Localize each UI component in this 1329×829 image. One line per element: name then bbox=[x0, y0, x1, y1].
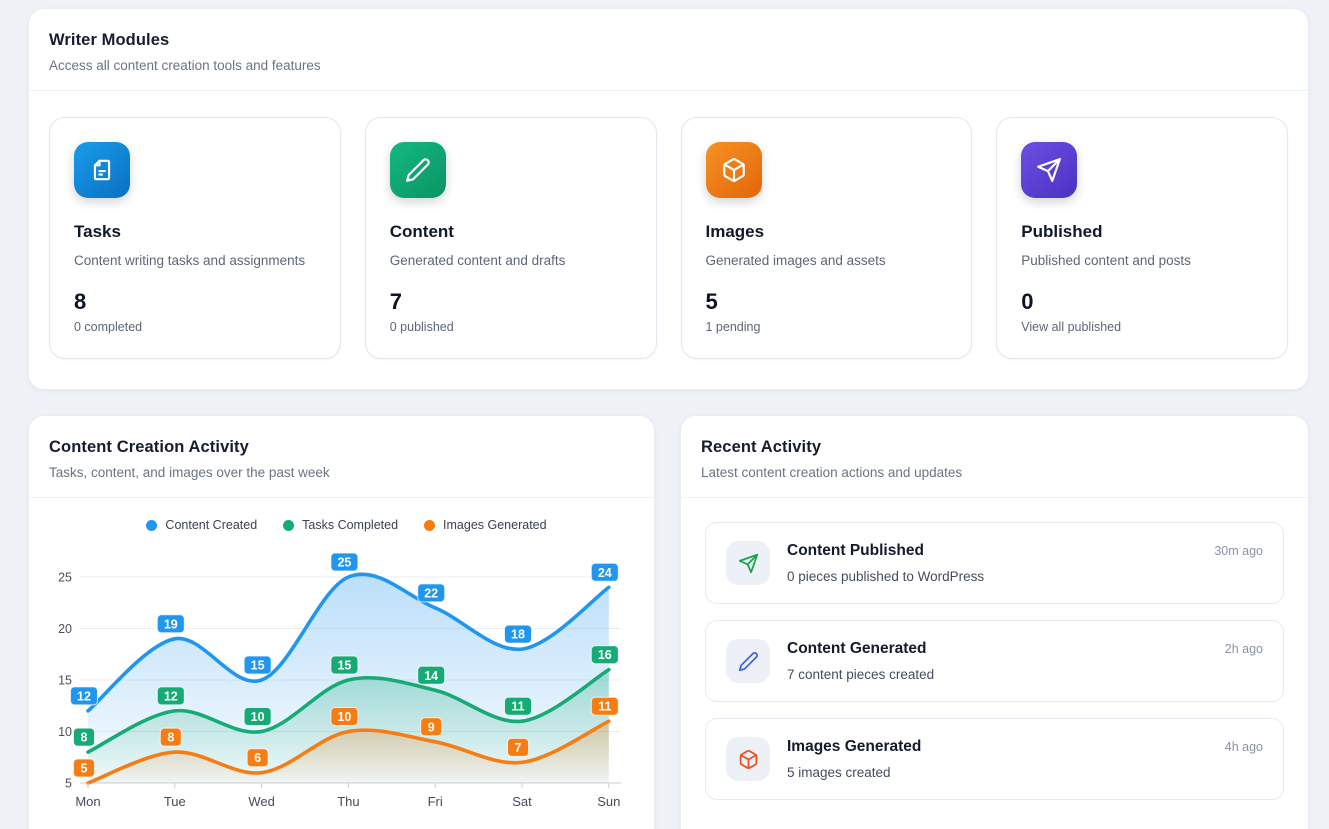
svg-text:15: 15 bbox=[58, 674, 72, 688]
svg-text:10: 10 bbox=[251, 710, 265, 724]
module-stat-value: 5 bbox=[706, 289, 948, 315]
activity-item-content-generated[interactable]: Content Generated 2h ago 7 content piece… bbox=[705, 620, 1284, 702]
activity-item-description: 5 images created bbox=[787, 765, 1263, 780]
svg-text:5: 5 bbox=[81, 762, 88, 776]
svg-text:15: 15 bbox=[337, 659, 351, 673]
modules-row: Tasks Content writing tasks and assignme… bbox=[29, 91, 1308, 385]
svg-text:24: 24 bbox=[598, 566, 612, 580]
module-title: Tasks bbox=[74, 222, 316, 242]
activity-item-description: 0 pieces published to WordPress bbox=[787, 569, 1263, 584]
activity-item-content-published[interactable]: Content Published 30m ago 0 pieces publi… bbox=[705, 522, 1284, 604]
send-icon bbox=[726, 541, 770, 585]
module-stat-value: 7 bbox=[390, 289, 632, 315]
module-card-images[interactable]: Images Generated images and assets 5 1 p… bbox=[681, 117, 973, 359]
svg-text:10: 10 bbox=[58, 725, 72, 739]
svg-text:20: 20 bbox=[58, 622, 72, 636]
legend-label: Images Generated bbox=[443, 518, 547, 532]
svg-text:18: 18 bbox=[511, 628, 525, 642]
pencil-icon bbox=[726, 639, 770, 683]
page-subtitle: Access all content creation tools and fe… bbox=[49, 58, 1288, 73]
module-stat-value: 8 bbox=[74, 289, 316, 315]
module-substat: 1 pending bbox=[706, 320, 948, 334]
activity-item-time: 2h ago bbox=[1225, 642, 1263, 656]
svg-text:7: 7 bbox=[515, 741, 522, 755]
chart-panel-subtitle: Tasks, content, and images over the past… bbox=[49, 465, 634, 480]
svg-text:19: 19 bbox=[164, 617, 178, 631]
svg-text:Tue: Tue bbox=[164, 794, 186, 809]
svg-text:Mon: Mon bbox=[75, 794, 100, 809]
activity-list: Content Published 30m ago 0 pieces publi… bbox=[681, 498, 1308, 824]
module-card-tasks[interactable]: Tasks Content writing tasks and assignme… bbox=[49, 117, 341, 359]
module-substat: 0 completed bbox=[74, 320, 316, 334]
svg-text:12: 12 bbox=[77, 689, 91, 703]
send-icon bbox=[1021, 142, 1077, 198]
svg-text:22: 22 bbox=[424, 586, 438, 600]
activity-item-images-generated[interactable]: Images Generated 4h ago 5 images created bbox=[705, 718, 1284, 800]
legend-label: Content Created bbox=[165, 518, 257, 532]
module-title: Content bbox=[390, 222, 632, 242]
chart-panel-header: Content Creation Activity Tasks, content… bbox=[29, 416, 654, 498]
module-card-content[interactable]: Content Generated content and drafts 7 0… bbox=[365, 117, 657, 359]
page-title: Writer Modules bbox=[49, 31, 1288, 50]
writer-modules-panel: Writer Modules Access all content creati… bbox=[28, 8, 1309, 390]
legend-item-content-created[interactable]: Content Created bbox=[146, 518, 257, 532]
svg-text:8: 8 bbox=[81, 731, 88, 745]
svg-text:14: 14 bbox=[424, 669, 438, 683]
svg-text:Thu: Thu bbox=[337, 794, 359, 809]
svg-text:6: 6 bbox=[254, 751, 261, 765]
recent-activity-title: Recent Activity bbox=[701, 438, 1288, 457]
activity-item-title: Content Generated bbox=[787, 640, 927, 658]
module-substat: View all published bbox=[1021, 320, 1263, 334]
svg-text:11: 11 bbox=[511, 700, 524, 714]
svg-text:10: 10 bbox=[337, 710, 351, 724]
module-title: Images bbox=[706, 222, 948, 242]
legend-dot-green bbox=[283, 520, 294, 531]
recent-activity-header: Recent Activity Latest content creation … bbox=[681, 416, 1308, 498]
svg-text:Sat: Sat bbox=[512, 794, 532, 809]
svg-text:25: 25 bbox=[337, 556, 351, 570]
legend-label: Tasks Completed bbox=[302, 518, 398, 532]
module-substat: 0 published bbox=[390, 320, 632, 334]
module-stat-value: 0 bbox=[1021, 289, 1263, 315]
svg-text:Fri: Fri bbox=[428, 794, 443, 809]
pencil-icon bbox=[390, 142, 446, 198]
svg-text:11: 11 bbox=[598, 700, 611, 714]
chart-legend: Content Created Tasks Completed Images G… bbox=[39, 515, 654, 535]
recent-activity-panel: Recent Activity Latest content creation … bbox=[680, 415, 1309, 829]
svg-text:9: 9 bbox=[428, 720, 435, 734]
activity-item-description: 7 content pieces created bbox=[787, 667, 1263, 682]
legend-item-tasks-completed[interactable]: Tasks Completed bbox=[283, 518, 398, 532]
file-icon bbox=[74, 142, 130, 198]
legend-dot-blue bbox=[146, 520, 157, 531]
cube-icon bbox=[726, 737, 770, 781]
recent-activity-subtitle: Latest content creation actions and upda… bbox=[701, 465, 1288, 480]
svg-text:Wed: Wed bbox=[248, 794, 275, 809]
writer-modules-header: Writer Modules Access all content creati… bbox=[29, 9, 1308, 91]
svg-text:8: 8 bbox=[167, 731, 174, 745]
activity-item-title: Images Generated bbox=[787, 738, 921, 756]
chart-content: Content Created Tasks Completed Images G… bbox=[29, 515, 654, 813]
content-creation-activity-panel: Content Creation Activity Tasks, content… bbox=[28, 415, 655, 829]
svg-text:25: 25 bbox=[58, 571, 72, 585]
svg-text:15: 15 bbox=[251, 659, 265, 673]
svg-text:12: 12 bbox=[164, 689, 178, 703]
module-description: Published content and posts bbox=[1021, 253, 1263, 268]
svg-text:16: 16 bbox=[598, 648, 612, 662]
svg-text:5: 5 bbox=[65, 777, 72, 791]
module-title: Published bbox=[1021, 222, 1263, 242]
activity-item-title: Content Published bbox=[787, 542, 924, 560]
svg-text:Sun: Sun bbox=[597, 794, 620, 809]
module-card-published[interactable]: Published Published content and posts 0 … bbox=[996, 117, 1288, 359]
chart-panel-title: Content Creation Activity bbox=[49, 438, 634, 457]
legend-dot-orange bbox=[424, 520, 435, 531]
activity-item-time: 4h ago bbox=[1225, 740, 1263, 754]
module-description: Generated images and assets bbox=[706, 253, 948, 268]
legend-item-images-generated[interactable]: Images Generated bbox=[424, 518, 547, 532]
activity-item-time: 30m ago bbox=[1214, 544, 1263, 558]
cube-icon bbox=[706, 142, 762, 198]
activity-line-chart: 510152025MonTueWedThuFriSatSun 12 19 15 … bbox=[39, 551, 653, 813]
module-description: Generated content and drafts bbox=[390, 253, 632, 268]
module-description: Content writing tasks and assignments bbox=[74, 253, 316, 268]
